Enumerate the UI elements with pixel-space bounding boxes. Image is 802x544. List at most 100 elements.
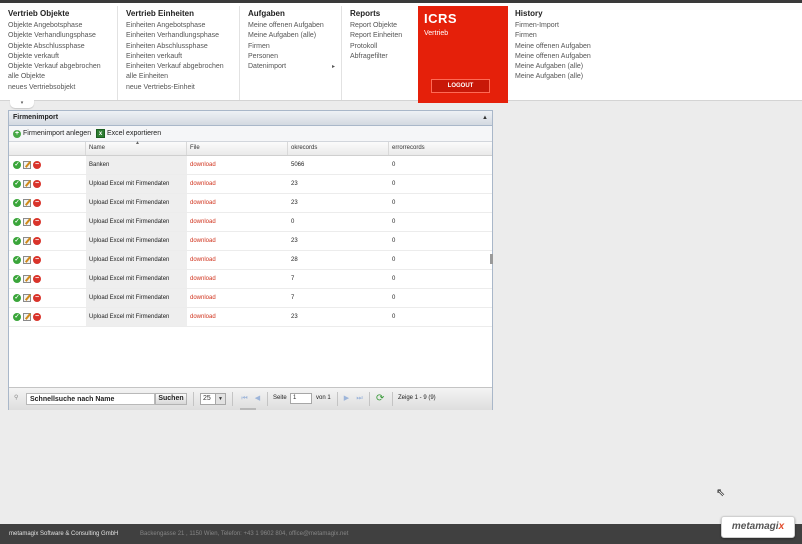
search-button[interactable]: Suchen — [155, 393, 187, 405]
menu-item[interactable]: Meine offenen Aufgaben — [515, 52, 627, 62]
prev-page-icon[interactable]: ◀ — [253, 393, 262, 404]
column-header-errorrecords[interactable]: errorrecords — [389, 142, 492, 155]
menu-item[interactable]: Einheiten Abschlussphase — [126, 42, 239, 52]
table-row[interactable]: ✓ − Upload Excel mit Firmendaten download 7 0 — [9, 270, 492, 289]
confirm-icon[interactable]: ✓ — [13, 218, 21, 226]
menu-item[interactable]: Einheiten Verkauf abgebrochen — [126, 62, 239, 72]
page-size-select[interactable]: 25 ▼ — [200, 393, 226, 405]
menu-item[interactable]: Meine Aufgaben (alle) — [515, 62, 627, 72]
table-row[interactable]: ✓ − Upload Excel mit Firmendaten download 23… — [9, 308, 492, 327]
last-page-icon[interactable]: ⏭ — [355, 393, 364, 404]
menu-toggle-handle[interactable]: ▾ — [10, 100, 34, 108]
menu-item[interactable]: Report Einheiten — [350, 31, 418, 41]
menu-item[interactable]: Einheiten Verhandlungsphase — [126, 31, 239, 41]
menu-item[interactable]: Meine Aufgaben (alle) — [248, 31, 341, 41]
first-page-icon[interactable]: ⏮ — [240, 393, 249, 404]
cell-file[interactable]: download — [187, 194, 288, 212]
table-row[interactable]: ✓ − Upload Excel mit Firmendaten download 23… — [9, 194, 492, 213]
menu-item[interactable]: alle Objekte — [8, 72, 117, 82]
menu-item[interactable]: Objekte Angebotsphase — [8, 21, 117, 31]
excel-export-button[interactable]: x Excel exportieren — [96, 128, 161, 139]
menu-title: History — [515, 9, 543, 18]
scrollbar-thumb[interactable] — [490, 254, 493, 264]
menu-item[interactable]: Meine offenen Aufgaben — [515, 42, 627, 52]
edit-icon[interactable] — [23, 161, 31, 169]
collapse-icon[interactable]: ▲ — [482, 111, 488, 125]
menu-item[interactable]: Firmen — [248, 42, 341, 52]
table-row[interactable]: ✓ − Upload Excel mit Firmendaten download 23… — [9, 175, 492, 194]
menu-item[interactable]: Objekte Verkauf abgebrochen — [8, 62, 117, 72]
cell-file[interactable]: download — [187, 175, 288, 193]
table-row[interactable]: ✓ − Upload Excel mit Firmendaten download 0 0 — [9, 213, 492, 232]
delete-icon[interactable]: − — [33, 237, 41, 245]
row-actions: ✓ − — [13, 237, 41, 245]
cell-file[interactable]: download — [187, 270, 288, 288]
add-import-button[interactable]: + Firmenimport anlegen — [13, 128, 91, 139]
menu-item[interactable]: neues Vertriebsobjekt — [8, 83, 117, 93]
delete-icon[interactable]: − — [33, 275, 41, 283]
menu-item-datenimport[interactable]: Datenimport ▸ — [248, 62, 341, 72]
column-header-file[interactable]: File — [187, 142, 288, 155]
edit-icon[interactable] — [23, 275, 31, 283]
edit-icon[interactable] — [23, 199, 31, 207]
menu-item[interactable]: Abfragefilter — [350, 52, 418, 62]
delete-icon[interactable]: − — [33, 180, 41, 188]
brand-block: ICRS Vertrieb LOGOUT — [418, 6, 508, 103]
cell-file[interactable]: download — [187, 289, 288, 307]
cell-name: Upload Excel mit Firmendaten — [86, 270, 187, 288]
delete-icon[interactable]: − — [33, 199, 41, 207]
menu-item[interactable]: Personen — [248, 52, 341, 62]
refresh-icon[interactable]: ⟳ — [376, 392, 384, 405]
delete-icon[interactable]: − — [33, 256, 41, 264]
menu-item[interactable]: alle Einheiten — [126, 72, 239, 82]
menu-item[interactable]: Meine offenen Aufgaben — [248, 21, 341, 31]
confirm-icon[interactable]: ✓ — [13, 161, 21, 169]
cell-file[interactable]: download — [187, 232, 288, 250]
delete-icon[interactable]: − — [33, 218, 41, 226]
edit-icon[interactable] — [23, 237, 31, 245]
confirm-icon[interactable]: ✓ — [13, 275, 21, 283]
confirm-icon[interactable]: ✓ — [13, 237, 21, 245]
quick-search-input[interactable]: Schnellsuche nach Name — [26, 393, 155, 405]
menu-item[interactable]: neue Vertriebs-Einheit — [126, 83, 239, 93]
cell-file[interactable]: download — [187, 308, 288, 326]
menu-item[interactable]: Report Objekte — [350, 21, 418, 31]
menu-item[interactable]: Einheiten verkauft — [126, 52, 239, 62]
next-page-icon[interactable]: ▶ — [342, 393, 351, 404]
confirm-icon[interactable]: ✓ — [13, 313, 21, 321]
confirm-icon[interactable]: ✓ — [13, 199, 21, 207]
edit-icon[interactable] — [23, 256, 31, 264]
cell-file[interactable]: download — [187, 213, 288, 231]
cell-file[interactable]: download — [187, 156, 288, 174]
menu-item[interactable]: Objekte Abschlussphase — [8, 42, 117, 52]
delete-icon[interactable]: − — [33, 294, 41, 302]
logout-button[interactable]: LOGOUT — [431, 79, 490, 93]
table-row[interactable]: ✓ − Upload Excel mit Firmendaten download 28… — [9, 251, 492, 270]
menu-item[interactable]: Objekte Verhandlungsphase — [8, 31, 117, 41]
page-number-input[interactable]: 1 — [290, 393, 312, 404]
table-row[interactable]: ✓ − Upload Excel mit Firmendaten download 7 0 — [9, 289, 492, 308]
edit-icon[interactable] — [23, 180, 31, 188]
cell-file[interactable]: download — [187, 251, 288, 269]
table-row[interactable]: ✓ − Upload Excel mit Firmendaten download 23… — [9, 232, 492, 251]
confirm-icon[interactable]: ✓ — [13, 256, 21, 264]
delete-icon[interactable]: − — [33, 161, 41, 169]
column-header-okrecords[interactable]: okrecords — [288, 142, 389, 155]
menu-item[interactable]: Meine Aufgaben (alle) — [515, 72, 627, 82]
confirm-icon[interactable]: ✓ — [13, 180, 21, 188]
delete-icon[interactable]: − — [33, 313, 41, 321]
table-row[interactable]: ✓ − Banken download 5066 0 — [9, 156, 492, 175]
chevron-down-icon: ▼ — [215, 394, 225, 404]
menu-item[interactable]: Firmen — [515, 31, 627, 41]
edit-icon[interactable] — [23, 218, 31, 226]
cell-errorrecords: 0 — [392, 181, 396, 187]
edit-icon[interactable] — [23, 313, 31, 321]
menu-item[interactable]: Protokoll — [350, 42, 418, 52]
panel-resize-handle[interactable] — [240, 408, 256, 410]
menu-item[interactable]: Firmen-Import — [515, 21, 627, 31]
menu-item[interactable]: Objekte verkauft — [8, 52, 117, 62]
confirm-icon[interactable]: ✓ — [13, 294, 21, 302]
edit-icon[interactable] — [23, 294, 31, 302]
menu-item[interactable]: Einheiten Angebotsphase — [126, 21, 239, 31]
footer: metamagix Software & Consulting GmbH Bac… — [0, 524, 802, 544]
